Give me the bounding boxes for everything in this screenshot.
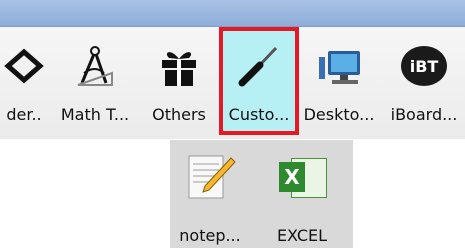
submenu-item-notepad[interactable]: notep... [170,140,250,248]
gift-icon [154,41,204,91]
toolbar-item-label: Others [152,105,206,124]
toolbar-item-math-tools[interactable]: Math T... [56,27,134,139]
submenu-item-label: EXCEL [276,226,328,245]
border-icon [0,41,49,91]
toolbar-item-custom[interactable]: Custo... [223,27,295,139]
toolbar-item-label: iBoard... [390,105,458,124]
excel-icon: X [275,150,329,204]
desktop-icon [314,41,364,91]
screwdriver-icon [234,41,284,91]
submenu-item-label: notep... [179,226,241,245]
math-tools-icon [70,41,120,91]
toolbar-item-others[interactable]: Others [146,27,212,139]
toolbar-item-label: der.. [6,105,42,124]
iboard-icon: iBT [399,41,449,91]
notepad-icon [183,150,237,204]
title-bar [0,0,465,27]
toolbar-item-iboard[interactable]: iBT iBoard... [388,27,460,139]
toolbar-item-desktop[interactable]: Deskto... [303,27,375,139]
submenu-item-excel[interactable]: X EXCEL [262,140,342,248]
custom-submenu: notep... X EXCEL [170,140,353,248]
toolbar: der.. Math T... Others Custo... Deskto..… [0,27,465,139]
toolbar-item-label: Math T... [60,105,130,124]
toolbar-item-border[interactable]: der.. [0,27,54,139]
toolbar-item-label: Deskto... [303,105,375,124]
toolbar-item-label: Custo... [228,105,290,124]
